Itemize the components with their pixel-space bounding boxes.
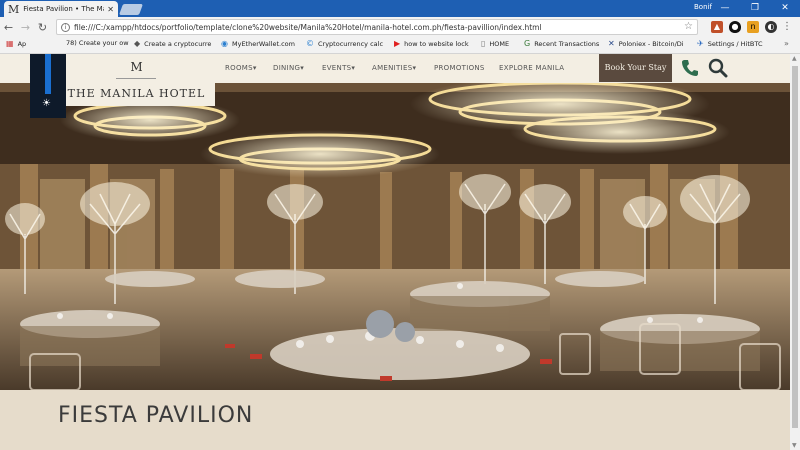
bookmark-item[interactable]: G Recent Transactions xyxy=(524,39,599,48)
bookmark-item[interactable]: 78) Create your ow xyxy=(66,39,129,47)
phone-icon[interactable] xyxy=(680,58,700,78)
extension-n-icon[interactable]: n xyxy=(747,21,759,33)
bookmarks-overflow-icon[interactable]: » xyxy=(784,39,789,48)
browser-tab-strip: M Fiesta Pavilion • The Mani ✕ Bonif — ❐… xyxy=(0,0,800,17)
forward-icon[interactable]: → xyxy=(17,21,34,34)
youtube-icon: ▶ xyxy=(394,39,401,48)
page-viewport: M THE MANILA HOTEL ROOMS▾ DINING▾ EVENTS… xyxy=(0,54,790,450)
extension-globe-icon[interactable]: ◐ xyxy=(765,21,777,33)
bookmark-item[interactable]: ◉ MyEtherWallet.com xyxy=(221,39,295,48)
logo-divider xyxy=(116,78,156,79)
scroll-down-icon[interactable]: ▼ xyxy=(792,442,797,449)
maximize-icon[interactable]: ❐ xyxy=(740,0,770,17)
chevron-down-icon: ▾ xyxy=(351,64,356,72)
browser-toolbar: ← → ↻ i file:///C:/xampp/htdocs/portfoli… xyxy=(0,17,800,37)
scrollbar-thumb[interactable] xyxy=(792,66,798,428)
extension-shield-icon[interactable]: ● xyxy=(729,21,741,33)
bookmark-star-icon[interactable]: ☆ xyxy=(684,21,693,32)
ethereum-icon: ◆ xyxy=(134,39,141,48)
myetherwallet-icon: ◉ xyxy=(221,39,228,48)
calculator-icon: © xyxy=(306,39,314,48)
bookmark-item[interactable]: ✕ Poloniex - Bitcoin/Di xyxy=(608,39,684,48)
bookmark-item[interactable]: ▯ HOME xyxy=(481,39,509,48)
logo-wordmark: THE MANILA HOTEL xyxy=(67,87,206,100)
sun-icon: ☀ xyxy=(42,98,51,109)
menu-dots-icon[interactable]: ⋮ xyxy=(781,21,793,33)
brightness-widget[interactable]: ☀ xyxy=(30,54,66,118)
minimize-icon[interactable]: — xyxy=(710,0,740,17)
back-icon[interactable]: ← xyxy=(0,21,17,34)
url-text: file:///C:/xampp/htdocs/portfolio/templa… xyxy=(74,22,542,32)
chevron-down-icon: ▾ xyxy=(412,64,417,72)
page-title-band: FIESTA PAVILION xyxy=(0,390,790,450)
poloniex-icon: ✕ xyxy=(608,39,615,48)
site-favicon-icon: M xyxy=(8,2,20,16)
google-icon: G xyxy=(524,39,531,48)
nav-dining[interactable]: DINING▾ xyxy=(273,64,304,72)
bookmark-item[interactable]: ◆ Create a cryptocurre xyxy=(134,39,211,48)
new-tab-button[interactable] xyxy=(118,4,144,15)
bookmark-item[interactable]: ▦ Ap xyxy=(6,39,26,48)
bookmark-item[interactable]: © Cryptocurrency calc xyxy=(306,39,383,48)
nav-explore-manila[interactable]: EXPLORE MANILA xyxy=(499,64,564,72)
hitbtc-icon: ✈ xyxy=(697,39,704,48)
nav-promotions[interactable]: PROMOTIONS xyxy=(434,64,485,72)
tab-title: Fiesta Pavilion • The Mani xyxy=(23,5,104,13)
brightness-slider[interactable] xyxy=(45,54,51,94)
apps-grid-icon: ▦ xyxy=(6,39,14,48)
brightness-slider-fill xyxy=(45,54,51,94)
bookmark-item[interactable]: ✈ Settings / HitBTC xyxy=(697,39,763,48)
info-icon[interactable]: i xyxy=(61,22,70,32)
close-window-icon[interactable]: ✕ xyxy=(770,0,800,17)
site-logo[interactable]: M THE MANILA HOTEL xyxy=(58,54,215,106)
chevron-down-icon: ▾ xyxy=(300,64,305,72)
page-title: FIESTA PAVILION xyxy=(58,403,254,428)
bookmark-item[interactable]: ▶ how to website lock xyxy=(394,39,469,48)
chevron-down-icon: ▾ xyxy=(252,64,257,72)
address-bar[interactable]: i file:///C:/xampp/htdocs/portfolio/temp… xyxy=(56,19,698,35)
nav-events[interactable]: EVENTS▾ xyxy=(322,64,355,72)
logo-monogram: M xyxy=(130,60,143,74)
nav-amenities[interactable]: AMENITIES▾ xyxy=(372,64,416,72)
window-controls: — ❐ ✕ xyxy=(710,0,800,17)
tab-close-icon[interactable]: ✕ xyxy=(107,5,114,14)
nav-rooms[interactable]: ROOMS▾ xyxy=(225,64,257,72)
scroll-up-icon[interactable]: ▲ xyxy=(792,55,797,62)
bookmarks-bar: ▦ Ap 78) Create your ow ◆ Create a cryptoc… xyxy=(0,37,800,54)
reload-icon[interactable]: ↻ xyxy=(34,21,51,34)
page-icon: ▯ xyxy=(481,39,486,48)
browser-tab[interactable]: M Fiesta Pavilion • The Mani ✕ xyxy=(4,1,118,17)
book-your-stay-button[interactable]: Book Your Stay xyxy=(599,54,672,82)
search-icon[interactable] xyxy=(708,58,728,78)
extension-fox-icon[interactable]: ▲ xyxy=(711,21,723,33)
page-scrollbar[interactable]: ▲ ▼ xyxy=(790,54,800,450)
